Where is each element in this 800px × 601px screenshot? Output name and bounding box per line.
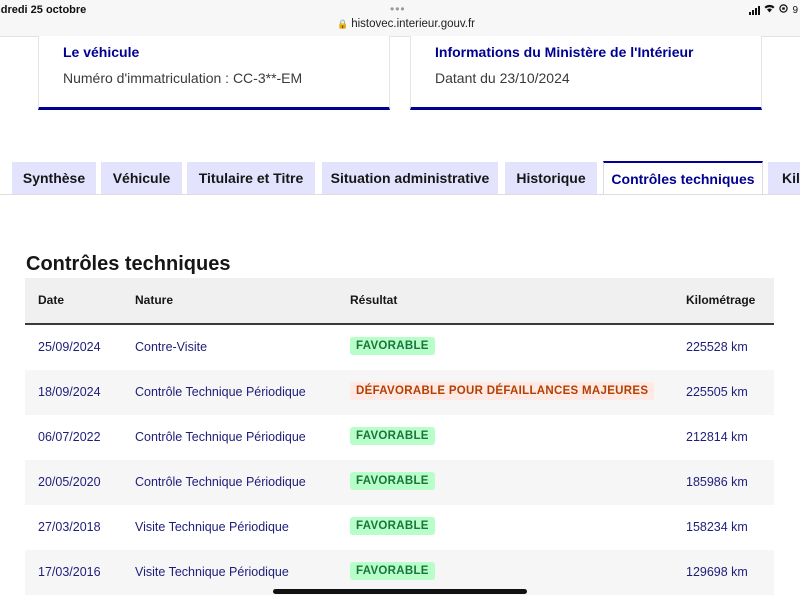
status-badge: FAVORABLE (350, 517, 435, 535)
ministry-card-title: Informations du Ministère de l'Intérieur (435, 44, 694, 60)
data-date: Datant du 23/10/2024 (435, 70, 570, 86)
ministry-info-card: Informations du Ministère de l'Intérieur… (410, 36, 762, 110)
row-nature: Visite Technique Périodique (135, 520, 289, 534)
table-header: Date Nature Résultat Kilométrage (25, 278, 774, 325)
status-badge: FAVORABLE (350, 427, 435, 445)
browser-status-bar: ndredi 25 octobre ••• 🔒 histovec.interieu… (0, 0, 800, 37)
home-indicator[interactable] (273, 589, 527, 594)
tab-controles-techniques[interactable]: Contrôles techniques (603, 161, 763, 195)
table-row: 20/05/2020 Contrôle Technique Périodique… (25, 460, 774, 505)
status-badge: FAVORABLE (350, 337, 435, 355)
status-badge: DÉFAVORABLE POUR DÉFAILLANCES MAJEURES (350, 382, 655, 400)
tab-vehicule[interactable]: Véhicule (101, 162, 182, 194)
address-bar[interactable]: 🔒 histovec.interieur.gouv.fr (337, 18, 475, 30)
orientation-lock-icon (779, 4, 789, 16)
row-km: 225528 km (686, 340, 748, 354)
row-date: 20/05/2020 (38, 475, 101, 489)
signal-icon (749, 5, 761, 15)
tab-historique[interactable]: Historique (505, 162, 597, 194)
row-nature: Contrôle Technique Périodique (135, 475, 306, 489)
row-nature: Contrôle Technique Périodique (135, 430, 306, 444)
more-dots-icon[interactable]: ••• (390, 2, 406, 16)
header-km: Kilométrage (686, 293, 756, 307)
tab-titulaire[interactable]: Titulaire et Titre (187, 162, 315, 194)
lock-icon: 🔒 (337, 19, 349, 29)
row-nature: Contre-Visite (135, 340, 208, 354)
status-icons: 9 (749, 4, 798, 16)
row-km: 185986 km (686, 475, 748, 489)
header-date: Date (38, 293, 65, 307)
header-nature: Nature (135, 293, 174, 307)
vehicle-card: Le véhicule Numéro d'immatriculation : C… (38, 36, 390, 110)
row-date: 18/09/2024 (38, 385, 101, 399)
wifi-icon (764, 4, 775, 16)
status-badge: FAVORABLE (350, 472, 435, 490)
row-km: 158234 km (686, 520, 748, 534)
table-row: 27/03/2018 Visite Technique Périodique F… (25, 505, 774, 550)
tab-situation-administrative[interactable]: Situation administrative (322, 162, 498, 194)
row-km: 225505 km (686, 385, 748, 399)
tab-kilometrage[interactable]: Kilo (768, 162, 800, 194)
row-km: 212814 km (686, 430, 748, 444)
row-nature: Contrôle Technique Périodique (135, 385, 306, 399)
status-date: ndredi 25 octobre (0, 4, 87, 16)
technical-controls-table: Date Nature Résultat Kilométrage 25/09/2… (25, 278, 774, 595)
table-row: 06/07/2022 Contrôle Technique Périodique… (25, 415, 774, 460)
table-row: 25/09/2024 Contre-Visite FAVORABLE 22552… (25, 325, 774, 370)
row-date: 25/09/2024 (38, 340, 101, 354)
status-badge: FAVORABLE (350, 562, 435, 580)
battery-text: 9 (792, 4, 798, 16)
row-date: 17/03/2016 (38, 565, 101, 579)
row-date: 27/03/2018 (38, 520, 101, 534)
section-title: Contrôles techniques (26, 253, 231, 275)
url-text: histovec.interieur.gouv.fr (351, 18, 476, 30)
row-date: 06/07/2022 (38, 430, 101, 444)
vehicle-card-title: Le véhicule (63, 44, 140, 60)
tab-synthese[interactable]: Synthèse (12, 162, 96, 194)
registration-number: Numéro d'immatriculation : CC-3**-EM (63, 70, 303, 86)
table-row: 18/09/2024 Contrôle Technique Périodique… (25, 370, 774, 415)
header-result: Résultat (350, 293, 398, 307)
row-nature: Visite Technique Périodique (135, 565, 289, 579)
row-km: 129698 km (686, 565, 748, 579)
